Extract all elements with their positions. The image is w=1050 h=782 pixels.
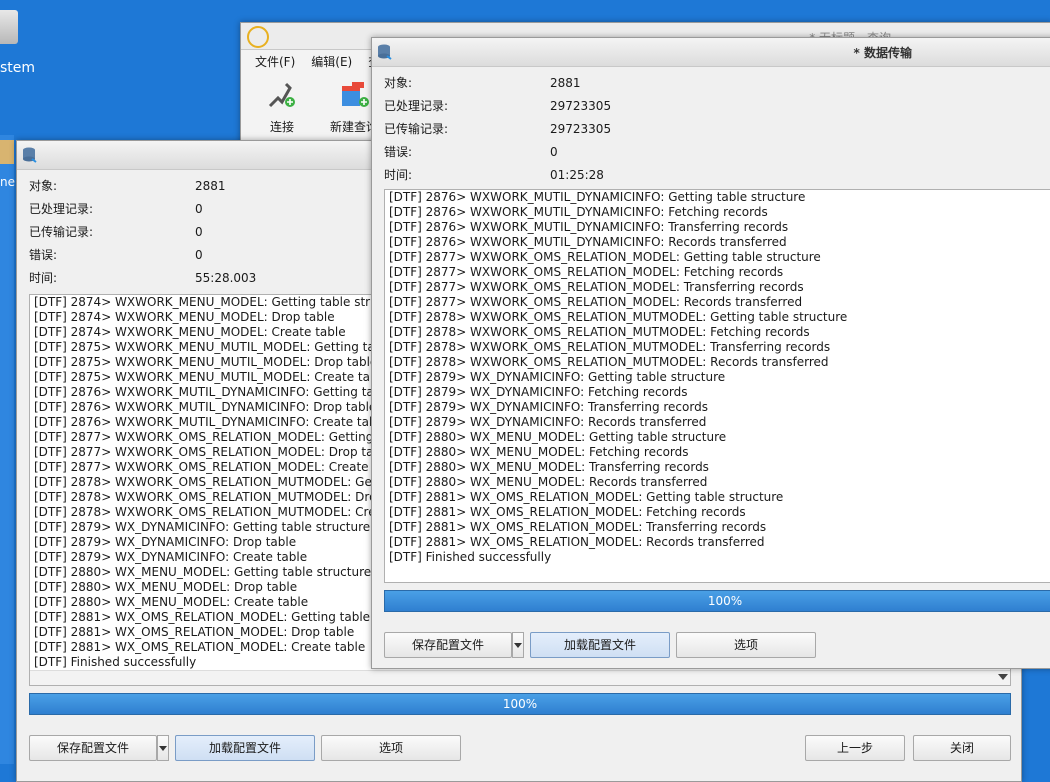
menu-file[interactable]: 文件(F) [255,53,295,70]
transfer-window-front: * 数据传输 对象: 2881 已处理记录: 29723305 已传输记录: 2972… [371,37,1050,669]
front-window-title: * 数据传输 [853,46,912,60]
log-line: [DTF] 2880> WX_MENU_MODEL: Records trans… [389,475,708,489]
log-line: [DTF] 2878> WXWORK_OMS_RELATION_MUTMODEL… [389,325,810,339]
log-line: [DTF] 2879> WX_DYNAMICINFO: Records tran… [389,415,707,429]
back-progress-bar: 100% [29,693,1011,715]
label-errors: 错误: [29,248,58,262]
previous-button[interactable]: 上一步 [805,735,905,761]
desktop-icon-label: stem [0,60,36,76]
save-profile-button[interactable]: 保存配置文件 [384,632,512,658]
log-line: [DTF] 2880> WX_MENU_MODEL: Transferring … [389,460,709,474]
label-processed: 已处理记录: [384,99,449,113]
load-profile-button[interactable]: 加载配置文件 [530,632,670,658]
save-profile-dropdown[interactable] [157,735,169,761]
value-time: 01:25:28 [550,167,604,182]
database-icon [378,44,392,60]
plug-icon [264,78,300,112]
log-line: [DTF] 2877> WXWORK_OMS_RELATION_MODEL: G… [389,250,821,264]
options-button[interactable]: 选项 [321,735,461,761]
log-line: [DTF] 2877> WXWORK_OMS_RELATION_MODEL: F… [389,265,784,279]
label-time: 时间: [384,168,413,182]
log-line: [DTF] 2881> WX_OMS_RELATION_MODEL: Recor… [389,535,765,549]
log-line: [DTF] 2876> WXWORK_MUTIL_DYNAMICINFO: Re… [389,235,787,249]
front-progress-bar: 100% [384,590,1050,612]
label-object: 对象: [29,179,58,193]
value-processed: 0 [195,201,203,216]
save-profile-button[interactable]: 保存配置文件 [29,735,157,761]
value-object: 2881 [195,178,226,193]
log-line: [DTF] Finished successfully [389,550,552,564]
label-transferred: 已传输记录: [384,122,449,136]
log-line: [DTF] 2878> WXWORK_OMS_RELATION_MUTMODEL… [389,310,848,324]
log-line: [DTF] 2880> WX_MENU_MODEL: Getting table… [389,430,727,444]
log-line: [DTF] 2877> WXWORK_OMS_RELATION_MODEL: T… [389,280,804,294]
desktop-drive-icon[interactable] [0,10,18,44]
options-button[interactable]: 选项 [676,632,816,658]
log-line: [DTF] 2876> WXWORK_MUTIL_DYNAMICINFO: Tr… [389,220,789,234]
log-line: [DTF] 2881> WX_OMS_RELATION_MODEL: Trans… [389,520,767,534]
log-line: [DTF] 2879> WX_DYNAMICINFO: Getting tabl… [389,370,726,384]
close-button[interactable]: 关闭 [913,735,1011,761]
log-line: [DTF] 2878> WXWORK_OMS_RELATION_MUTMODEL… [389,355,829,369]
value-errors: 0 [550,144,558,159]
load-profile-button[interactable]: 加载配置文件 [175,735,315,761]
front-info-panel: 对象: 2881 已处理记录: 29723305 已传输记录: 29723305 错误… [372,67,1050,186]
label-errors: 错误: [384,145,413,159]
new-query-icon [336,78,372,112]
save-profile-dropdown[interactable] [512,632,524,658]
log-line: [DTF] 2877> WXWORK_OMS_RELATION_MODEL: R… [389,295,803,309]
value-processed: 29723305 [550,98,612,113]
database-icon [23,147,37,163]
log-line: [DTF] 2878> WXWORK_OMS_RELATION_MUTMODEL… [389,340,831,354]
label-processed: 已处理记录: [29,202,94,216]
folder-icon [0,140,14,164]
label-time: 时间: [29,271,58,285]
log-line: [DTF] 2881> WX_OMS_RELATION_MODEL: Fetch… [389,505,746,519]
chevron-down-icon[interactable] [998,674,1008,680]
value-transferred: 29723305 [550,121,612,136]
front-log-area[interactable]: [DTF] 2876> WXWORK_MUTIL_DYNAMICINFO: Ge… [384,189,1050,583]
front-titlebar[interactable]: * 数据传输 [372,38,1050,67]
label-transferred: 已传输记录: [29,225,94,239]
label-object: 对象: [384,76,413,90]
log-line: [DTF] 2881> WX_OMS_RELATION_MODEL: Getti… [389,490,784,504]
value-time: 55:28.003 [195,270,257,285]
connect-label: 连接 [269,120,294,134]
menu-edit[interactable]: 编辑(E) [311,53,352,70]
log-line: [DTF] 2879> WX_DYNAMICINFO: Transferring… [389,400,708,414]
log-line: [DTF] 2880> WX_MENU_MODEL: Fetching reco… [389,445,689,459]
log-line: [DTF] 2876> WXWORK_MUTIL_DYNAMICINFO: Ge… [389,190,806,204]
connect-button[interactable]: 连接 [253,78,311,135]
log-line: [DTF] 2876> WXWORK_MUTIL_DYNAMICINFO: Fe… [389,205,768,219]
desktop-edge-label: ne [0,175,15,189]
desktop-left-window-edge: ne [0,135,15,764]
value-errors: 0 [195,247,203,262]
log-line: [DTF] 2879> WX_DYNAMICINFO: Fetching rec… [389,385,688,399]
value-transferred: 0 [195,224,203,239]
app-logo-icon [247,26,269,48]
back-log-scrollbar[interactable] [30,670,1010,685]
value-object: 2881 [550,75,581,90]
